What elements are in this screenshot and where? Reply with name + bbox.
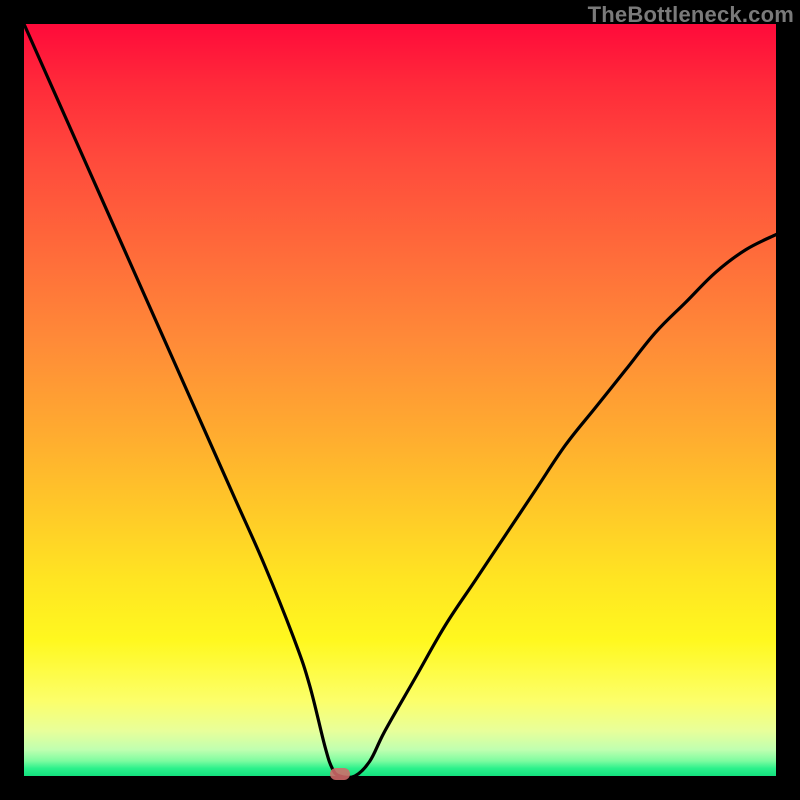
- plot-area: [24, 24, 776, 776]
- optimum-marker: [330, 768, 350, 780]
- curve-path: [24, 24, 776, 778]
- bottleneck-curve: [24, 24, 776, 776]
- chart-frame: TheBottleneck.com: [0, 0, 800, 800]
